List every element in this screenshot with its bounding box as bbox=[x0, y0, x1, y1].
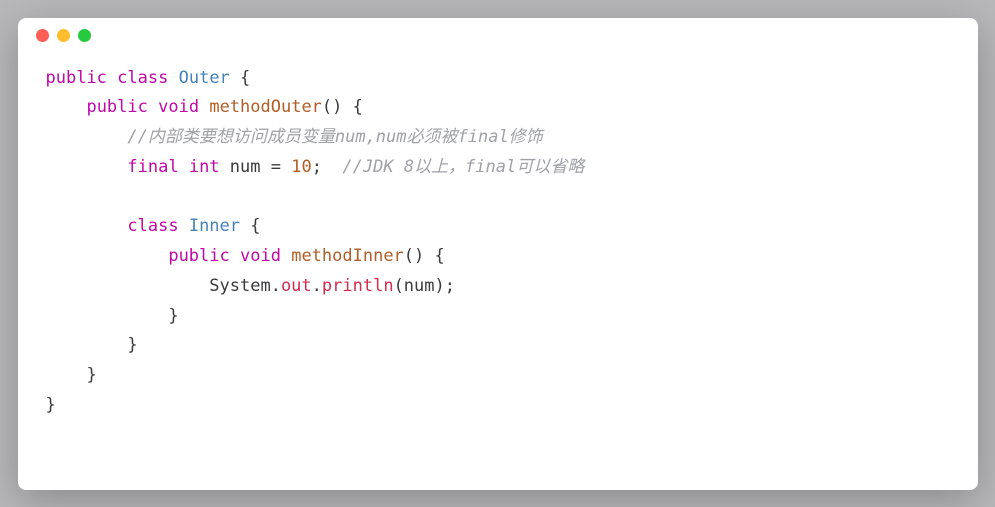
code-token: } bbox=[127, 335, 137, 355]
code-token: //内部类要想访问成员变量num,num必须被final修饰 bbox=[127, 127, 542, 147]
minimize-icon[interactable] bbox=[57, 29, 70, 42]
code-token: public bbox=[86, 97, 147, 117]
code-token bbox=[179, 157, 189, 177]
code-line: System.out.println(num); bbox=[46, 272, 950, 302]
code-token bbox=[281, 246, 291, 266]
code-token: System bbox=[209, 276, 270, 296]
code-window: public class Outer { public void methodO… bbox=[18, 18, 978, 490]
code-token: { bbox=[230, 68, 250, 88]
code-token bbox=[179, 216, 189, 236]
code-line: final int num = 10; //JDK 8以上，final可以省略 bbox=[46, 153, 950, 183]
code-token: { bbox=[240, 216, 260, 236]
code-line: } bbox=[46, 361, 950, 391]
code-token: Inner bbox=[189, 216, 240, 236]
code-token: int bbox=[189, 157, 220, 177]
code-token: } bbox=[168, 306, 178, 326]
code-token: . bbox=[271, 276, 281, 296]
code-line: } bbox=[46, 391, 950, 421]
code-token: num = bbox=[220, 157, 292, 177]
code-line: public void methodOuter() { bbox=[46, 93, 950, 123]
code-token bbox=[168, 68, 178, 88]
code-token bbox=[230, 246, 240, 266]
code-token bbox=[148, 97, 158, 117]
code-line: public void methodInner() { bbox=[46, 242, 950, 272]
code-token: () { bbox=[404, 246, 445, 266]
code-area: public class Outer { public void methodO… bbox=[18, 54, 978, 441]
code-line bbox=[46, 183, 950, 213]
code-token: println bbox=[322, 276, 394, 296]
code-line: } bbox=[46, 302, 950, 332]
code-token: } bbox=[86, 365, 96, 385]
code-token: . bbox=[312, 276, 322, 296]
code-token: methodInner bbox=[291, 246, 404, 266]
code-token: public bbox=[168, 246, 229, 266]
code-token: final bbox=[127, 157, 178, 177]
code-line: class Inner { bbox=[46, 212, 950, 242]
code-token: class bbox=[117, 68, 168, 88]
code-token: 10 bbox=[291, 157, 311, 177]
code-token: Outer bbox=[179, 68, 230, 88]
code-token bbox=[107, 68, 117, 88]
code-token: out bbox=[281, 276, 312, 296]
code-line: public class Outer { bbox=[46, 64, 950, 94]
code-token: (num); bbox=[394, 276, 455, 296]
code-token: ; bbox=[312, 157, 343, 177]
titlebar bbox=[18, 18, 978, 54]
code-token: methodOuter bbox=[209, 97, 322, 117]
code-token: } bbox=[46, 395, 56, 415]
code-line: } bbox=[46, 331, 950, 361]
code-token: () { bbox=[322, 97, 363, 117]
code-line: //内部类要想访问成员变量num,num必须被final修饰 bbox=[46, 123, 950, 153]
code-token bbox=[199, 97, 209, 117]
code-token: void bbox=[240, 246, 281, 266]
zoom-icon[interactable] bbox=[78, 29, 91, 42]
code-token: public bbox=[46, 68, 107, 88]
close-icon[interactable] bbox=[36, 29, 49, 42]
code-token: //JDK 8以上，final可以省略 bbox=[342, 157, 584, 177]
code-token: class bbox=[127, 216, 178, 236]
code-token: void bbox=[158, 97, 199, 117]
